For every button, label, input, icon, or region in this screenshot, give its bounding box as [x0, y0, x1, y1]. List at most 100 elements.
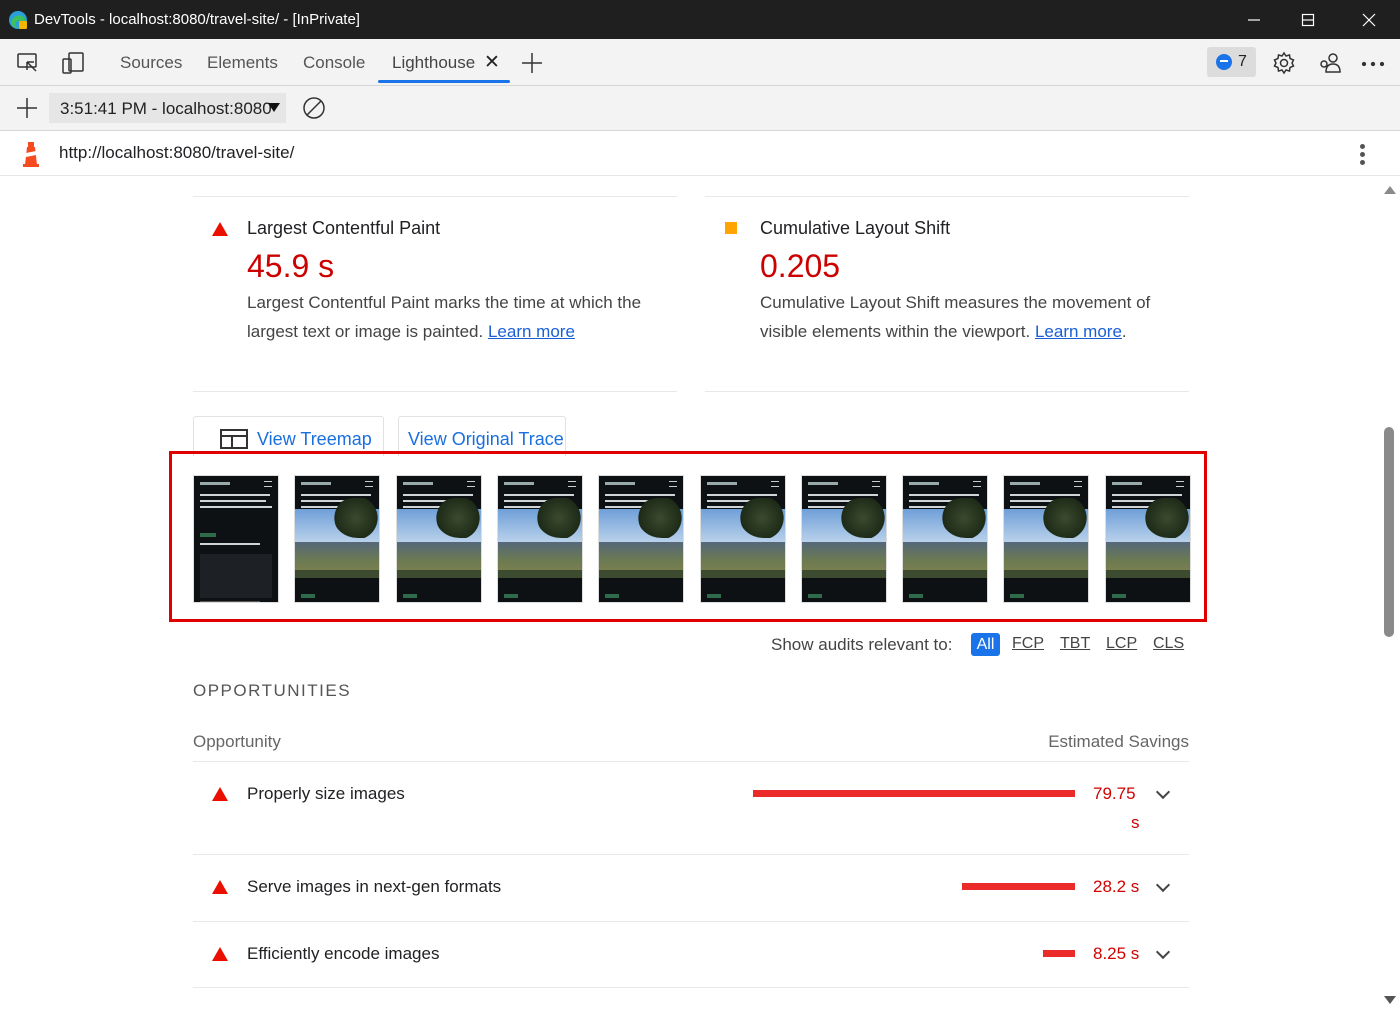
device-emulation-button[interactable] [60, 50, 86, 76]
savings-unit: s [1131, 813, 1140, 832]
inspect-element-button[interactable] [15, 50, 41, 76]
minimize-button-hit[interactable] [1231, 0, 1277, 39]
report-select[interactable]: 3:51:41 PM - localhost:8080 [49, 93, 286, 123]
divider [705, 196, 1189, 197]
savings-bar [962, 883, 1075, 890]
divider [705, 391, 1189, 392]
maximize-button[interactable] [1285, 0, 1331, 39]
customize-button[interactable] [1317, 50, 1343, 76]
tab-elements[interactable]: Elements [207, 39, 278, 85]
filmstrip-frame [395, 475, 482, 603]
users-icon [1320, 53, 1341, 73]
learn-more-link-lcp[interactable]: Learn more [488, 322, 575, 341]
divider [193, 854, 1189, 855]
dropdown-caret-icon [268, 103, 280, 112]
tab-lighthouse[interactable]: Lighthouse [392, 39, 475, 85]
filmstrip-frame [800, 475, 887, 603]
scroll-down-icon[interactable] [1384, 996, 1396, 1004]
filter-all-chip[interactable]: All [971, 633, 1000, 656]
filter-cls-chip[interactable]: CLS [1153, 635, 1184, 653]
filmstrip-frame [496, 475, 583, 603]
average-square-icon [725, 222, 737, 234]
close-window-button[interactable] [1346, 0, 1392, 39]
close-icon [1362, 13, 1376, 26]
fail-triangle-icon [212, 947, 228, 961]
plus-icon [522, 53, 542, 73]
savings-bar [753, 790, 1075, 797]
more-tabs-button[interactable] [519, 50, 545, 76]
chevron-down-icon[interactable] [1155, 784, 1171, 800]
filmstrip-frame [699, 475, 786, 603]
filmstrip-frame [294, 475, 381, 603]
report-url-bar: http://localhost:8080/travel-site/ [0, 131, 1400, 176]
tab-sources[interactable]: Sources [120, 39, 182, 85]
tab-console[interactable]: Console [303, 39, 365, 85]
kebab-dot-icon [1359, 160, 1365, 165]
divider [193, 921, 1189, 922]
audit-filter-label: Show audits relevant to: [771, 635, 953, 654]
scroll-up-icon[interactable] [1384, 186, 1396, 194]
opportunity-title[interactable]: Properly size images [247, 784, 405, 804]
filmstrip-frame [598, 475, 685, 603]
more-options-button[interactable] [1360, 50, 1386, 76]
view-treemap-label: View Treemap [257, 429, 372, 449]
filter-fcp-chip[interactable]: FCP [1012, 635, 1044, 653]
savings-value: 79.75 [1093, 784, 1136, 803]
report-select-value: 3:51:41 PM - localhost:8080 [60, 99, 272, 118]
kebab-dot-icon [1359, 144, 1365, 149]
metric-value-cls: 0.205 [760, 248, 841, 284]
kebab-dot-icon [1359, 152, 1365, 157]
report-menu-button[interactable] [1354, 141, 1370, 167]
chat-icon [1216, 54, 1233, 70]
column-opportunity: Opportunity [193, 732, 281, 751]
device-icon [62, 52, 84, 74]
divider [193, 391, 677, 392]
metric-desc-text: Largest Contentful Paint marks the time … [247, 293, 642, 341]
inspect-icon [17, 53, 37, 72]
gear-icon [1273, 51, 1295, 75]
fail-triangle-icon [212, 787, 228, 801]
report-url: http://localhost:8080/travel-site/ [59, 143, 295, 162]
savings-bar [1043, 950, 1075, 957]
fail-triangle-icon [212, 880, 228, 894]
filmstrip-frame [1003, 475, 1090, 603]
window-titlebar: DevTools - localhost:8080/travel-site/ -… [0, 0, 1400, 39]
view-original-trace-button[interactable]: View Original Trace [398, 416, 566, 456]
edge-devtools-icon [9, 11, 27, 29]
filmstrip-frame [1104, 475, 1191, 603]
filmstrip-frame [902, 475, 989, 603]
maximize-icon [1301, 13, 1315, 26]
chevron-down-icon[interactable] [1155, 877, 1171, 893]
filter-lcp-chip[interactable]: LCP [1106, 635, 1137, 653]
new-report-button[interactable] [14, 95, 40, 121]
divider [193, 196, 677, 197]
treemap-icon [220, 429, 248, 449]
filmstrip-frame [193, 475, 279, 603]
metric-desc-cls: Cumulative Layout Shift measures the mov… [760, 293, 1151, 341]
close-tab-icon[interactable]: ✕ [484, 51, 500, 74]
divider [193, 761, 1189, 762]
issues-count: 7 [1238, 53, 1247, 70]
metric-desc-lcp: Largest Contentful Paint marks the time … [247, 288, 667, 346]
filter-tbt-chip[interactable]: TBT [1060, 635, 1090, 653]
scrollbar-thumb[interactable] [1384, 427, 1394, 637]
opportunities-heading: OPPORTUNITIES [193, 681, 352, 700]
view-trace-label: View Original Trace [408, 429, 564, 449]
clear-reports-button[interactable] [301, 95, 327, 121]
savings-value: 8.25 s [1093, 944, 1140, 963]
settings-button[interactable] [1271, 50, 1297, 76]
view-treemap-button[interactable]: View Treemap [193, 416, 384, 456]
chevron-down-icon[interactable] [1155, 944, 1171, 960]
metric-value-lcp: 45.9 s [247, 248, 335, 284]
learn-more-link-cls[interactable]: Learn more [1035, 322, 1122, 341]
metric-title-lcp: Largest Contentful Paint [247, 218, 441, 238]
issues-badge[interactable]: 7 [1207, 47, 1256, 77]
plus-icon [17, 98, 37, 118]
active-tab-indicator [378, 80, 510, 83]
column-estimated-savings: Estimated Savings [1048, 732, 1189, 751]
block-icon [303, 97, 325, 119]
metric-title-cls: Cumulative Layout Shift [760, 218, 951, 238]
opportunity-title[interactable]: Serve images in next-gen formats [247, 877, 501, 897]
fail-triangle-icon [212, 222, 228, 236]
opportunity-title[interactable]: Efficiently encode images [247, 944, 439, 964]
